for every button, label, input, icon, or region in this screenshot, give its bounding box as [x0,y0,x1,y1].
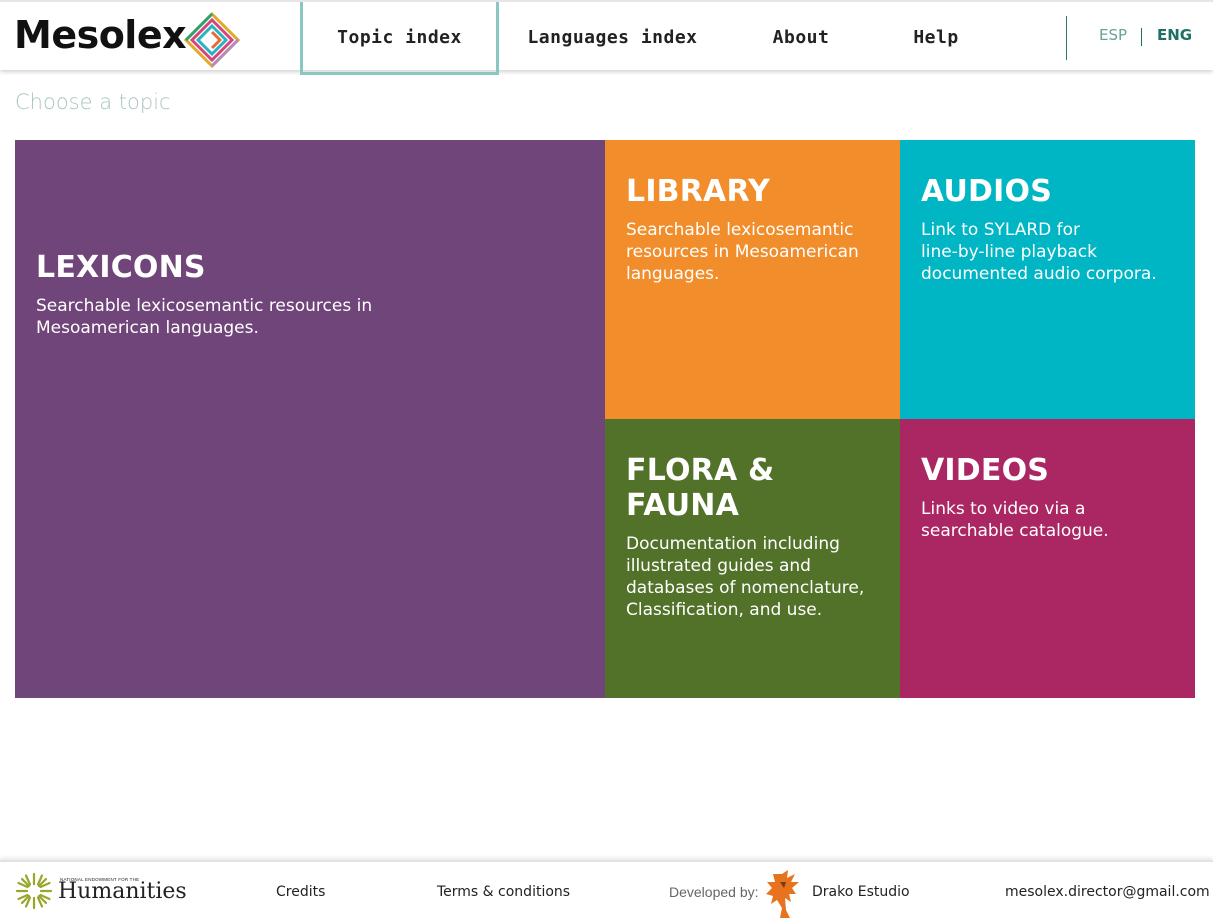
brand-name[interactable]: Mesolex [14,10,187,60]
language-separator [1141,28,1142,46]
contact-email-link[interactable]: mesolex.director@gmail.com [1005,884,1210,900]
topic-tile-flora-fauna[interactable]: FLORA & FAUNA Documentation including il… [605,419,900,698]
tile-description: Searchable lexicosemantic resources in M… [626,220,859,284]
nav-tab-languages-index[interactable]: Languages index [520,2,705,72]
topic-tile-library[interactable]: LIBRARY Searchable lexicosemantic resour… [605,140,900,419]
terms-link[interactable]: Terms & conditions [437,884,570,900]
nav-tab-topic-index[interactable]: Topic index [300,2,499,75]
tile-title: LEXICONS [36,250,206,285]
choose-topic-heading: Choose a topic [15,90,171,114]
language-divider [1066,16,1067,60]
developer-link[interactable]: Drako Estudio [812,884,910,900]
nav-tab-about[interactable]: About [760,2,842,72]
neh-logo-text[interactable]: Humanities [58,879,187,904]
drako-dragon-icon[interactable] [762,868,802,920]
tile-title: LIBRARY [626,174,771,209]
credits-link[interactable]: Credits [276,884,325,900]
nav-tab-help[interactable]: Help [900,2,972,72]
tile-description: Searchable lexicosemantic resources in M… [36,296,373,338]
tile-title: AUDIOS [921,174,1053,209]
tile-title: FLORA & FAUNA [626,453,775,523]
tile-title: VIDEOS [921,453,1050,488]
top-navigation-bar: Mesolex Topic index Languages index Abou… [0,0,1213,75]
language-eng-link[interactable]: ENG [1157,26,1192,44]
topic-tile-videos[interactable]: VIDEOS Links to video via a searchable c… [900,419,1195,698]
neh-sunburst-icon[interactable] [15,872,53,910]
topic-tile-lexicons[interactable]: LEXICONS Searchable lexicosemantic resou… [15,140,605,698]
topic-tile-audios[interactable]: AUDIOS Link to SYLARD for line-by-line p… [900,140,1195,419]
developed-by-label: Developed by: [669,884,759,900]
tile-description: Documentation including illustrated guid… [626,534,865,620]
tile-description: Links to video via a searchable catalogu… [921,499,1109,541]
footer: NATIONAL ENDOWMENT FOR THE Humanities Cr… [0,860,1213,921]
language-esp-link[interactable]: ESP [1099,26,1127,44]
tile-description: Link to SYLARD for line-by-line playback… [921,220,1157,284]
mesolex-logo-icon [184,12,240,68]
